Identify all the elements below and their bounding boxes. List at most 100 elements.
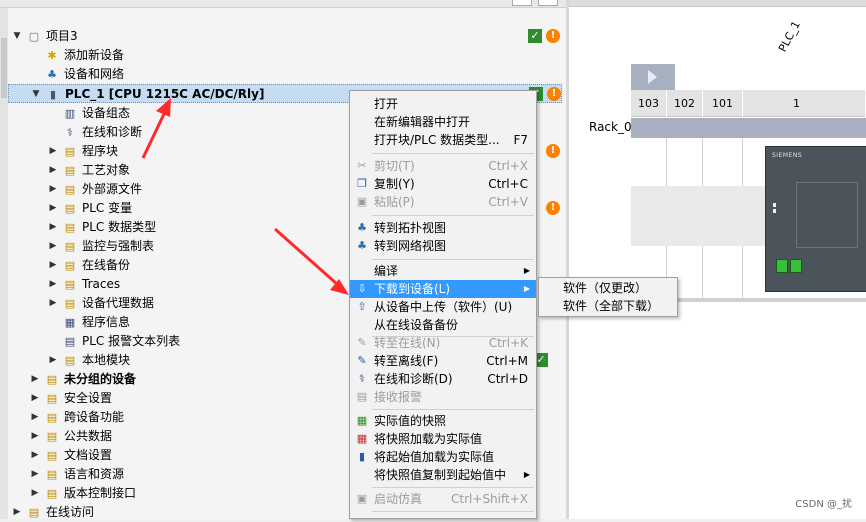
menu-item-label: 从在线设备备份 [374, 318, 459, 332]
menu-item-online-diagnostics[interactable]: ⚕ 在线和诊断(D) Ctrl+D [350, 370, 536, 388]
tree-item-project[interactable]: ▼ ▢ 项目3 ✓ ! [8, 27, 562, 46]
menu-item-open-block[interactable]: 打开块/PLC 数据类型... F7 [350, 131, 536, 149]
folder-icon: ▤ [64, 240, 76, 253]
menu-item-receive-alarms[interactable]: ▤ 接收报警 [350, 388, 536, 406]
menu-item-label: 复制(Y) [374, 177, 415, 191]
tree-item-label: 设备和网络 [64, 67, 125, 81]
expand-arrow-icon[interactable]: ▶ [30, 446, 40, 465]
folder-icon: ▤ [46, 430, 58, 443]
menu-item-load-snapshot[interactable]: ▦ 将快照加载为实际值 [350, 430, 536, 448]
expand-arrow-icon[interactable]: ▶ [48, 351, 58, 370]
expand-arrow-icon[interactable]: ▶ [48, 256, 58, 275]
copy-icon: ❐ [357, 177, 367, 190]
expand-arrow-icon[interactable]: ▶ [30, 427, 40, 446]
cpu-module[interactable]: SIEMENS [765, 146, 866, 292]
submenu-item-software-all[interactable]: 软件（全部下载） [539, 297, 677, 315]
menu-item-snapshot[interactable]: ▦ 实际值的快照 [350, 412, 536, 430]
menu-item-upload-from-device[interactable]: ⇧ 从设备中上传（软件）(U) [350, 298, 536, 316]
expand-arrow-icon[interactable]: ▶ [48, 237, 58, 256]
rack-expand-button[interactable] [631, 64, 675, 90]
expand-arrow-icon[interactable]: ▶ [12, 503, 22, 522]
menu-item-load-start-values[interactable]: ▮ 将起始值加载为实际值 [350, 448, 536, 466]
menu-separator [372, 409, 534, 410]
collapse-arrow-icon[interactable]: ▼ [12, 27, 22, 46]
menu-item-topology-view[interactable]: ♣ 转到拓扑视图 [350, 219, 536, 237]
folder-icon: ▤ [64, 183, 76, 196]
rack-rail [631, 118, 866, 138]
submenu-item-software-changes[interactable]: 软件（仅更改） [539, 279, 677, 297]
menu-item-shortcut: Ctrl+C [488, 177, 528, 191]
menu-item-shortcut: Ctrl+V [488, 195, 528, 209]
diagnostics-icon: ⚕ [67, 126, 73, 139]
tree-item-label: 版本控制接口 [64, 486, 137, 500]
folder-icon: ▤ [64, 145, 76, 158]
expand-arrow-icon[interactable]: ▶ [30, 465, 40, 484]
menu-item-cut[interactable]: ✂ 剪切(T) Ctrl+X [350, 157, 536, 175]
expand-arrow-icon[interactable]: ▶ [48, 294, 58, 313]
ethernet-port-icon[interactable] [776, 259, 788, 273]
menu-item-paste[interactable]: ▣ 粘贴(P) Ctrl+V [350, 193, 536, 211]
tree-toolbar-button[interactable] [512, 0, 532, 6]
menu-item-label: 启动仿真 [374, 492, 423, 506]
submenu-item-label: 软件（全部下载） [563, 299, 660, 313]
scissors-icon: ✂ [357, 159, 367, 172]
expand-arrow-icon[interactable]: ▶ [48, 199, 58, 218]
menu-item-shortcut: Ctrl+K [488, 336, 528, 350]
tree-item-label: 在线备份 [82, 258, 131, 272]
submenu-item-label: 软件（仅更改） [563, 281, 648, 295]
scroll-thumb[interactable] [1, 38, 7, 98]
menu-item-copy[interactable]: ❐ 复制(Y) Ctrl+C [350, 175, 536, 193]
folder-icon: ▤ [64, 259, 76, 272]
tree-scrollbar[interactable] [0, 8, 8, 519]
expand-arrow-icon[interactable]: ▶ [48, 180, 58, 199]
menu-item-open-new-editor[interactable]: 在新编辑器中打开 [350, 113, 536, 131]
menu-item-copy-snapshot[interactable]: 将快照值复制到起始值中 ▶ [350, 466, 536, 484]
expand-arrow-icon[interactable]: ▶ [30, 408, 40, 427]
tree-item-devices-networks[interactable]: ♣ 设备和网络 [8, 65, 562, 84]
folder-icon: ▤ [64, 297, 76, 310]
expand-arrow-icon[interactable]: ▶ [48, 275, 58, 294]
expand-arrow-icon[interactable]: ▶ [30, 484, 40, 503]
slot-header: 103 102 101 1 [631, 90, 866, 117]
tree-item-label: PLC 数据类型 [82, 220, 157, 234]
tree-item-label: 公共数据 [64, 429, 113, 443]
menu-item-label: 转至离线(F) [374, 354, 439, 368]
menu-separator [372, 511, 534, 512]
menu-item-start-simulation[interactable]: ▣ 启动仿真 Ctrl+Shift+X [350, 490, 536, 508]
folder-icon: ▤ [64, 164, 76, 177]
expand-arrow-icon[interactable]: ▶ [48, 161, 58, 180]
tree-item-add-device[interactable]: ✱ 添加新设备 [8, 46, 562, 65]
expand-arrow-icon[interactable]: ▶ [30, 389, 40, 408]
menu-item-go-offline[interactable]: ✎ 转至离线(F) Ctrl+M [350, 352, 536, 370]
paste-icon: ▣ [356, 195, 368, 208]
text-list-icon: ▤ [64, 335, 76, 348]
add-device-icon: ✱ [47, 49, 57, 62]
project-icon: ▢ [28, 30, 40, 43]
download-icon: ⇩ [357, 282, 367, 295]
folder-icon: ▤ [64, 278, 76, 291]
menu-item-open[interactable]: 打开 [350, 95, 536, 113]
collapse-arrow-icon[interactable]: ▼ [31, 85, 41, 104]
menu-item-label: 粘贴(P) [374, 195, 415, 209]
load-snapshot-icon: ▦ [356, 432, 368, 445]
tree-toolbar-button[interactable] [538, 0, 558, 6]
ethernet-port-icon[interactable] [790, 259, 802, 273]
menu-item-backup-online[interactable]: 从在线设备备份 [350, 316, 536, 334]
folder-icon: ▤ [64, 202, 76, 215]
expand-arrow-icon[interactable]: ▶ [48, 142, 58, 161]
menu-item-go-online[interactable]: ✎ 转至在线(N) Ctrl+K [350, 334, 536, 352]
folder-icon: ▤ [64, 221, 76, 234]
menu-item-shortcut: Ctrl+D [487, 372, 528, 386]
folder-icon: ▤ [46, 392, 58, 405]
folder-icon: ▤ [46, 373, 58, 386]
expand-arrow-icon[interactable]: ▶ [48, 218, 58, 237]
expand-arrow-icon[interactable]: ▶ [30, 370, 40, 389]
ok-status-icon: ✓ [528, 29, 542, 43]
menu-item-network-view[interactable]: ♣ 转到网络视图 [350, 237, 536, 255]
tree-item-label: 设备组态 [82, 106, 131, 120]
menu-separator [372, 259, 534, 260]
tree-item-label: 语言和资源 [64, 467, 125, 481]
menu-item-compile[interactable]: 编译 ▶ [350, 262, 536, 280]
status-leds-icon [773, 203, 785, 217]
menu-item-download-to-device[interactable]: ⇩ 下载到设备(L) ▶ [350, 280, 536, 298]
